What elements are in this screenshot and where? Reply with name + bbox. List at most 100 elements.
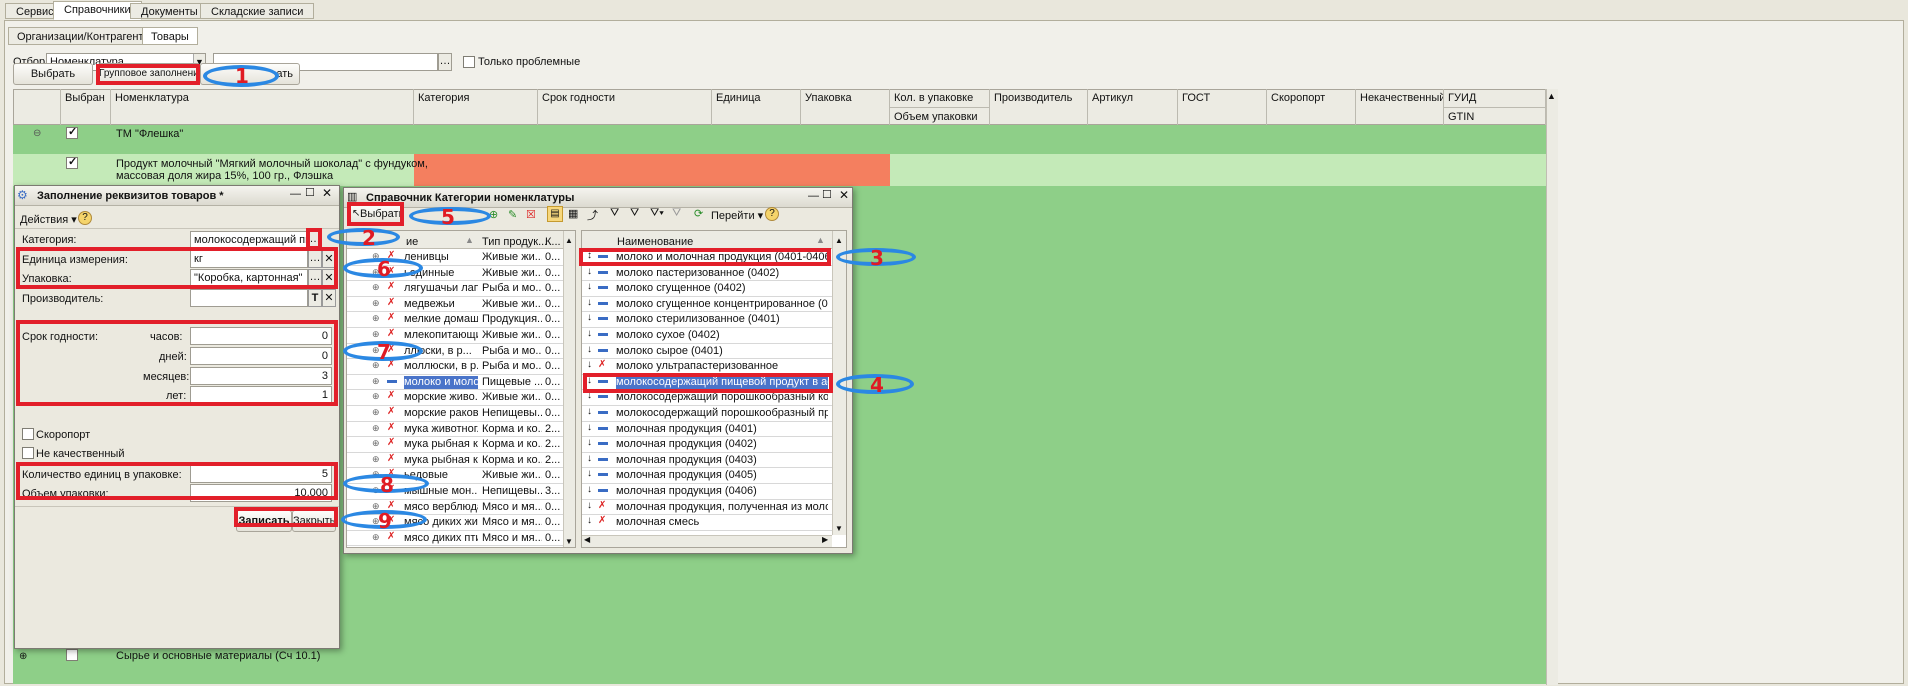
minimize-icon[interactable]: — — [808, 190, 819, 202]
expand-icon[interactable]: ⊕ — [372, 532, 380, 543]
col-selected[interactable]: Выбран — [61, 89, 111, 125]
left-scrollbar[interactable] — [563, 231, 575, 547]
expand-icon[interactable]: ⊕ — [372, 407, 380, 418]
col-category[interactable]: Категория — [414, 89, 538, 125]
select-button[interactable]: Выбрать — [13, 63, 93, 85]
row-checkbox-group[interactable] — [66, 125, 78, 139]
level-up-icon[interactable]: ⤴ — [587, 207, 598, 223]
scroll-up-icon[interactable]: ▲ — [1547, 91, 1556, 101]
filter-value-icon[interactable]: ⛛ — [630, 207, 639, 220]
perishable-checkbox[interactable] — [22, 428, 34, 440]
not-quality-checkbox[interactable] — [22, 447, 34, 459]
col-gtin[interactable]: GTIN — [1444, 107, 1546, 125]
scroll-up-icon[interactable]: ▲ — [835, 236, 843, 245]
category-list-item[interactable]: ↓ ▬ молокосодержащий порошкообразный проду… — [582, 406, 832, 422]
col-unit[interactable]: Единица — [712, 89, 801, 125]
scroll-down-icon[interactable]: ▼ — [565, 537, 573, 546]
maximize-icon[interactable]: ☐ — [305, 186, 315, 199]
left-col-name[interactable]: ие — [406, 236, 418, 248]
hierarchy-icon[interactable]: ▤ — [547, 206, 563, 222]
tab-warehouse-records[interactable]: Складские записи — [200, 3, 315, 19]
left-col-type[interactable]: Тип продук... — [482, 236, 547, 248]
col-perishable[interactable]: Скоропорт — [1267, 89, 1356, 125]
refresh-icon[interactable]: ⟳ — [694, 207, 703, 220]
close-icon[interactable]: ✕ — [322, 186, 332, 200]
row-checkbox-product[interactable] — [66, 155, 78, 169]
col-qty-pack[interactable]: Кол. в упаковке — [890, 89, 990, 107]
col-shelf-life[interactable]: Срок годности — [538, 89, 712, 125]
category-list-item[interactable]: ↓ ▬ молоко сгущенное (0402) — [582, 281, 832, 297]
left-list-item[interactable]: ⊕ ▬ молоко и моло... Пищевые ...0... — [347, 374, 563, 391]
expand-icon[interactable]: ⊕ — [372, 329, 380, 340]
scroll-left-icon[interactable]: ◀ — [584, 535, 590, 544]
left-list-item[interactable]: ⊕ ✗ мука рыбная к... Корма и ко...2... — [347, 452, 563, 469]
left-list-item[interactable]: ⊕ ✗ мелкие домаш... Продукция...0... — [347, 312, 563, 328]
category-list-item[interactable]: ↓ ▬ молочная продукция (0402) — [582, 437, 832, 453]
producer-clear-icon[interactable]: ✕ — [322, 289, 336, 307]
filter-off-icon[interactable]: ⛛ — [672, 207, 681, 220]
left-list-item[interactable]: ⊕ ✗ мука животног... Корма и ко... 2... — [347, 421, 563, 438]
expand-icon[interactable]: ⊕ — [372, 454, 380, 465]
delete-icon[interactable]: ☒ — [526, 208, 536, 221]
category-list-item[interactable]: ↓ ▬ молочная продукция (0405) — [582, 468, 832, 484]
ellipsis-icon[interactable]: … — [438, 53, 452, 71]
col-nomenclature[interactable]: Номенклатура — [111, 89, 414, 125]
col-not-quality[interactable]: Некачественный — [1356, 89, 1444, 125]
left-list-item[interactable]: ⊕ ✗ мука рыбная к... Корма и ко...2... — [347, 437, 563, 453]
list-icon[interactable]: ▦ — [568, 207, 578, 220]
grid-scrollbar[interactable] — [1546, 89, 1558, 685]
actions-menu[interactable]: Действия ▾ — [20, 213, 77, 226]
scroll-up-icon[interactable]: ▲ — [565, 236, 573, 245]
left-list-item[interactable]: ⊕✗мясо диких птицМясо и мя...0... — [347, 530, 563, 547]
left-col-code[interactable]: К... — [545, 236, 561, 248]
tab-directories[interactable]: Справочники — [53, 1, 142, 20]
expand-icon[interactable]: ⊕ — [372, 313, 380, 324]
col-producer[interactable]: Производитель — [990, 89, 1088, 125]
left-list-item[interactable]: ⊕ ✗ морские живо... Живые жи... 0... — [347, 390, 563, 406]
text-type-icon[interactable]: T — [308, 289, 322, 307]
tab-organizations[interactable]: Организации/Контрагенты — [8, 27, 161, 45]
goto-menu[interactable]: Перейти ▾ — [711, 209, 763, 222]
help-icon[interactable]: ? — [765, 207, 779, 221]
category-list-item[interactable]: ↓ ▬ молочная продукция (0403) — [582, 452, 832, 469]
left-list-item[interactable]: ⊕ ✗ лягушачьи лапки Рыба и мо...0... — [347, 281, 563, 297]
left-list-item[interactable]: ⊕ ✗ морские раков... Непищевы...0... — [347, 406, 563, 422]
expand-icon[interactable]: ⊕ — [372, 438, 380, 449]
left-list-item[interactable]: ⊕ ✗ медвежьи Живые жи... 0... — [347, 296, 563, 313]
category-list-item[interactable]: ↓ ▬ молоко сырое (0401) — [582, 343, 832, 360]
only-problem-checkbox[interactable] — [463, 56, 475, 68]
expand-icon[interactable]: ⊕ — [372, 423, 380, 434]
category-list-item[interactable]: ↓ ✗ молочная продукция, полученная из моло… — [582, 499, 832, 516]
category-list-item[interactable]: ↓ ▬ молочная продукция (0406) — [582, 484, 832, 500]
maximize-icon[interactable]: ☐ — [822, 188, 832, 201]
col-gost[interactable]: ГОСТ — [1178, 89, 1267, 125]
col-article[interactable]: Артикул — [1088, 89, 1178, 125]
tab-goods[interactable]: Товары — [142, 27, 198, 45]
expand-icon[interactable]: ⊕ — [19, 651, 27, 662]
close-icon[interactable]: ✕ — [839, 188, 849, 202]
right-hscrollbar[interactable] — [582, 535, 832, 547]
collapse-icon[interactable]: ⊖ — [33, 128, 41, 139]
minimize-icon[interactable]: — — [290, 188, 301, 200]
filter-dropdown-icon[interactable]: ⛛▾ — [650, 207, 664, 220]
scroll-down-icon[interactable]: ▼ — [835, 524, 843, 533]
category-list-item[interactable]: ↓ ✗ молочная смесь — [582, 515, 832, 531]
category-list-item[interactable]: ↓ ▬ молоко стерилизованное (0401) — [582, 312, 832, 328]
right-col-name[interactable]: Наименование — [617, 236, 693, 248]
category-list-item[interactable]: ↓ ▬ молоко пастеризованное (0402) — [582, 265, 832, 282]
expand-icon[interactable]: ⊕ — [372, 376, 380, 387]
category-list-item[interactable]: ↓ ▬ молоко сгущенное концентрированное (04… — [582, 296, 832, 313]
expand-icon[interactable]: ⊕ — [372, 298, 380, 309]
category-list-item[interactable]: ↓ ▬ молочная продукция (0401) — [582, 421, 832, 438]
tab-documents[interactable]: Документы — [130, 3, 209, 19]
help-icon[interactable]: ? — [78, 211, 92, 225]
row-checkbox-materials[interactable] — [66, 649, 78, 661]
edit-icon[interactable]: ✎ — [508, 208, 517, 221]
expand-icon[interactable]: ⊕ — [372, 282, 380, 293]
col-guid[interactable]: ГУИД — [1444, 89, 1546, 107]
category-list-item[interactable]: ↓ ▬ молоко сухое (0402) — [582, 328, 832, 344]
col-pack-volume[interactable]: Объем упаковки — [890, 107, 990, 125]
scroll-right-icon[interactable]: ▶ — [822, 535, 828, 544]
producer-field[interactable] — [190, 289, 308, 307]
filter-icon[interactable]: ⛛ — [610, 207, 619, 220]
